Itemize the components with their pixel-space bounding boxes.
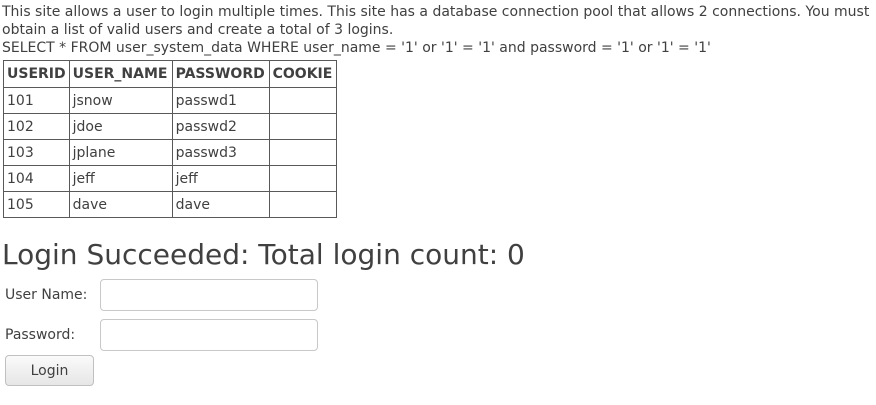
header-cookie: COOKIE [268, 60, 337, 88]
header-password: PASSWORD [171, 60, 270, 88]
username-input[interactable] [100, 279, 318, 311]
sql-query: SELECT * FROM user_system_data WHERE use… [2, 40, 711, 56]
cell-user-name: jplane [68, 139, 173, 166]
cell-userid: 103 [3, 139, 70, 166]
username-label: User Name: [5, 287, 88, 303]
cell-cookie [268, 165, 337, 192]
password-input[interactable] [100, 319, 318, 351]
page: This site allows a user to login multipl… [0, 0, 876, 405]
cell-password: passwd2 [171, 113, 270, 140]
intro-text: This site allows a user to login multipl… [2, 4, 870, 38]
user-table: USERID USER_NAME PASSWORD COOKIE 101 jsn… [3, 60, 337, 218]
cell-cookie [268, 87, 337, 114]
cell-user-name: jdoe [68, 113, 173, 140]
password-row: Password: [5, 318, 874, 352]
cell-userid: 102 [3, 113, 70, 140]
table-row: 104 jeff jeff [3, 165, 337, 192]
cell-user-name: dave [68, 191, 173, 218]
table-row: 102 jdoe passwd2 [3, 113, 337, 140]
cell-user-name: jeff [68, 165, 173, 192]
login-button[interactable]: Login [5, 355, 94, 386]
login-form: User Name: Password: Login [2, 278, 874, 386]
header-user-name: USER_NAME [68, 60, 173, 88]
login-status-message: Login Succeeded: Total login count: 0 [2, 238, 525, 271]
cell-password: passwd3 [171, 139, 270, 166]
header-userid: USERID [3, 60, 70, 88]
table-row: 103 jplane passwd3 [3, 139, 337, 166]
cell-password: dave [171, 191, 270, 218]
cell-password: jeff [171, 165, 270, 192]
cell-userid: 101 [3, 87, 70, 114]
username-row: User Name: [5, 278, 874, 312]
cell-cookie [268, 113, 337, 140]
cell-password: passwd1 [171, 87, 270, 114]
cell-userid: 104 [3, 165, 70, 192]
cell-user-name: jsnow [68, 87, 173, 114]
table-row: 101 jsnow passwd1 [3, 87, 337, 114]
password-label: Password: [5, 327, 76, 343]
table-row: 105 dave dave [3, 191, 337, 218]
cell-cookie [268, 191, 337, 218]
cell-userid: 105 [3, 191, 70, 218]
table-header-row: USERID USER_NAME PASSWORD COOKIE [3, 60, 337, 88]
cell-cookie [268, 139, 337, 166]
